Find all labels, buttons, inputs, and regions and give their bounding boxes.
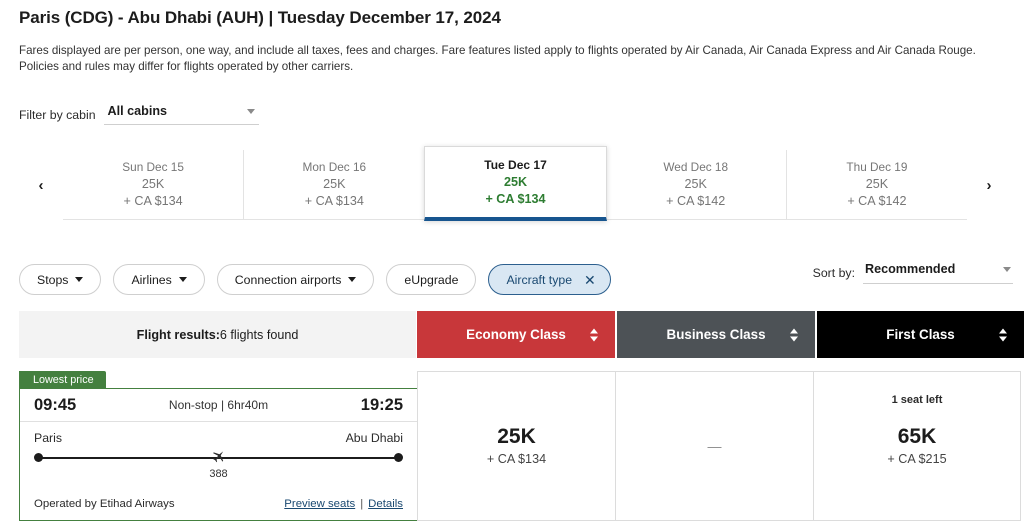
sort-arrows-icon[interactable] [590,328,599,341]
airplane-icon [211,448,227,464]
class-header-label: Business Class [666,327,766,342]
filter-chip-eupgrade[interactable]: eUpgrade [386,264,477,295]
class-header-business[interactable]: Business Class [617,311,816,358]
destination-dot-icon [394,453,403,462]
class-header-first[interactable]: First Class [817,311,1024,358]
date-cell-day: Sun Dec 15 [122,160,184,174]
cabin-filter: Filter by cabin All cabins [19,104,259,125]
filter-chip-connection-airports[interactable]: Connection airports [216,264,375,295]
filter-chip-airlines[interactable]: Airlines [113,264,205,295]
destination-city: Abu Dhabi [345,431,403,445]
arrival-time: 19:25 [360,395,403,414]
details-link[interactable]: Details [368,498,403,510]
seats-left-badge: 1 seat left [891,394,943,406]
flight-result-row: Lowest price 09:45 Non-stop | 6hr40m 19:… [19,371,1024,521]
sort-by-label: Sort by: [812,266,855,280]
fare-points: 65K [897,424,937,448]
date-carousel: ‹ Sun Dec 15 25K + CA $134 Mon Dec 16 25… [19,146,1011,221]
date-carousel-track: Sun Dec 15 25K + CA $134 Mon Dec 16 25K … [63,146,968,221]
flight-results-label: Flight results: [136,327,220,342]
date-cell-day: Tue Dec 17 [484,157,547,172]
filter-chip-stops[interactable]: Stops [19,264,102,295]
date-cell-points: 25K [684,177,707,191]
fare-cell-economy[interactable]: 25K + CA $134 [417,371,616,521]
flight-number: 388 [209,468,228,480]
close-icon[interactable]: ✕ [584,273,596,287]
flight-results-count: 6 flights found [219,327,299,342]
chevron-down-icon [246,108,255,114]
flight-footer: Operated by Etihad Airways Preview seats… [34,498,403,510]
chevron-down-icon [178,277,187,282]
class-header-label: First Class [886,327,955,342]
stops-and-duration: Non-stop | 6hr40m [168,398,269,412]
filter-chip-label: Connection airports [234,272,342,287]
origin-dot-icon [34,453,43,462]
flight-route-body: Paris Abu Dhabi 388 [20,422,417,480]
date-cell-cash: + CA $142 [847,194,907,208]
fare-cell-business: — [615,371,814,521]
cabin-filter-label: Filter by cabin [19,108,96,122]
results-header-bar: Flight results: 6 flights found Economy … [19,311,1024,358]
date-cell-mon-dec-16[interactable]: Mon Dec 16 25K + CA $134 [244,150,426,220]
sort-arrows-icon[interactable] [999,328,1008,341]
fare-points: 25K [497,424,536,448]
operated-by-text: Operated by Etihad Airways [34,498,175,510]
preview-seats-link[interactable]: Preview seats [284,498,355,510]
date-cell-wed-dec-18[interactable]: Wed Dec 18 25K + CA $142 [605,150,787,220]
lowest-price-badge: Lowest price [19,371,106,388]
date-cell-cash: + CA $134 [123,194,183,208]
date-cell-day: Mon Dec 16 [302,160,367,174]
date-cell-day: Wed Dec 18 [663,160,729,174]
chevron-down-icon [348,277,357,282]
date-cell-points: 25K [323,177,346,191]
date-cell-points: 25K [503,174,528,189]
class-header-economy[interactable]: Economy Class [417,311,616,358]
sort-by-control: Sort by: Recommended [813,262,1013,284]
flight-footer-links: Preview seats | Details [284,498,403,510]
filter-chip-label: Airlines [131,272,172,287]
filter-chip-label: Aircraft type [506,272,573,287]
sort-arrows-icon[interactable] [790,328,799,341]
sort-by-select[interactable]: Recommended [863,262,1013,284]
fare-cash: + CA $215 [887,451,947,466]
class-header-label: Economy Class [466,327,566,342]
filter-chip-aircraft-type[interactable]: Aircraft type ✕ [488,264,611,295]
date-cell-cash: + CA $142 [666,194,726,208]
date-cell-thu-dec-19[interactable]: Thu Dec 19 25K + CA $142 [786,150,968,220]
flight-search-results-page: Paris (CDG) - Abu Dhabi (AUH) | Tuesday … [0,0,1024,521]
flight-results-summary: Flight results: 6 flights found [19,311,417,358]
flight-times-row: 09:45 Non-stop | 6hr40m 19:25 [20,389,417,422]
date-cell-points: 25K [865,177,889,191]
fare-cell-first[interactable]: 1 seat left 65K + CA $215 [813,371,1021,521]
date-cell-day: Thu Dec 19 [846,160,908,174]
sort-by-value: Recommended [865,262,956,276]
fare-cash: + CA $134 [486,451,547,466]
date-cell-sun-dec-15[interactable]: Sun Dec 15 25K + CA $134 [63,150,245,220]
date-cell-cash: + CA $134 [485,191,546,206]
filter-chip-label: eUpgrade [404,272,459,287]
flight-itinerary: Lowest price 09:45 Non-stop | 6hr40m 19:… [19,371,418,521]
chevron-down-icon [1003,266,1011,272]
carousel-prev-icon[interactable]: ‹ [19,150,63,220]
cabin-select[interactable]: All cabins [103,104,259,125]
flight-itinerary-card: 09:45 Non-stop | 6hr40m 19:25 Paris Abu … [19,388,418,521]
filter-chip-label: Stops [37,272,69,287]
origin-city: Paris [34,431,63,445]
fare-disclaimer-text: Fares displayed are per person, one way,… [19,44,976,73]
carousel-next-icon[interactable]: › [967,150,1011,220]
city-row: Paris Abu Dhabi [34,431,403,445]
date-cell-tue-dec-17-selected[interactable]: Tue Dec 17 25K + CA $134 [424,146,607,221]
fare-unavailable-dash: — [707,438,722,454]
date-cell-cash: + CA $134 [304,194,364,208]
chevron-down-icon [75,277,84,282]
departure-time: 09:45 [34,395,77,414]
date-cell-points: 25K [141,177,165,191]
route-line: 388 [34,451,403,480]
filter-chips-row: Stops Airlines Connection airports eUpgr… [19,264,611,295]
page-title: Paris (CDG) - Abu Dhabi (AUH) | Tuesday … [19,8,501,27]
cabin-select-value: All cabins [107,104,168,118]
link-separator: | [360,498,364,510]
